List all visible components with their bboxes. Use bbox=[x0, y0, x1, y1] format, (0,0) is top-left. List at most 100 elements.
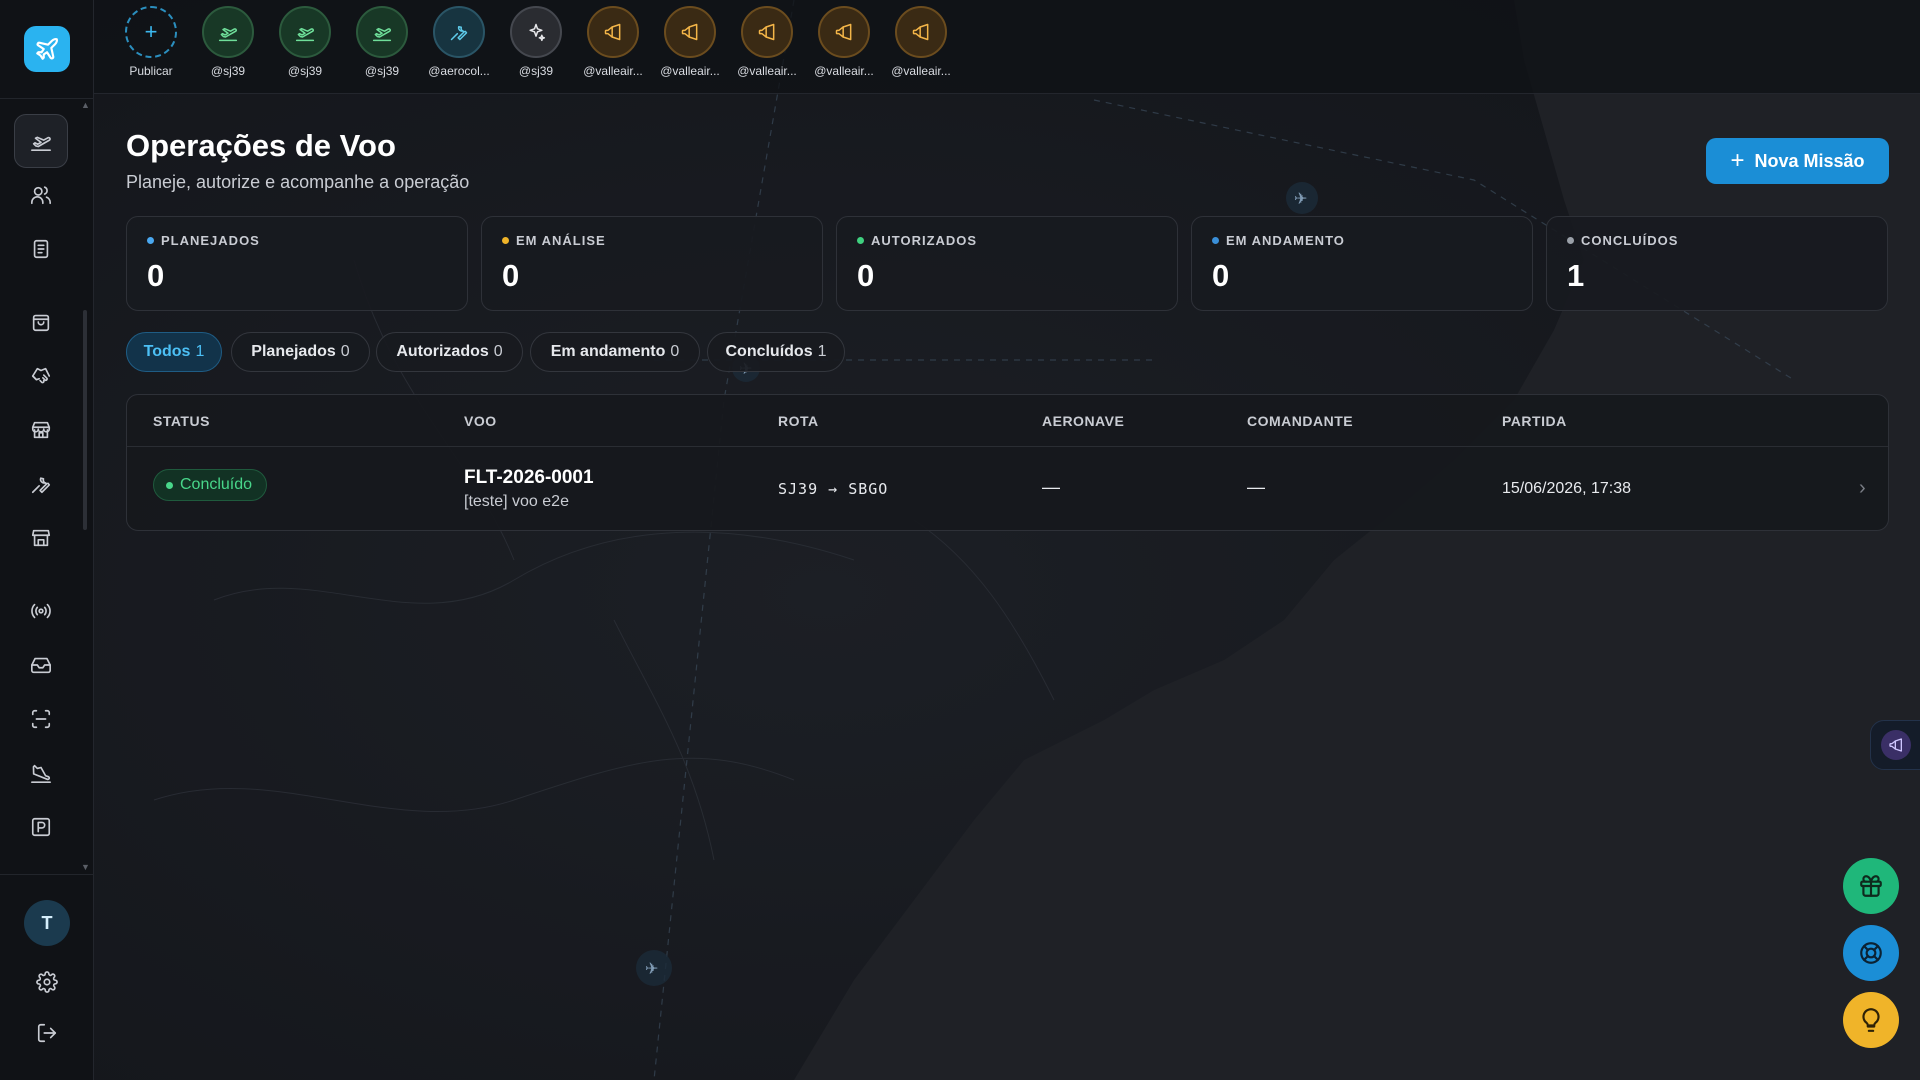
megaphone-icon bbox=[758, 23, 775, 41]
sidebar-divider bbox=[0, 874, 94, 875]
story-item[interactable]: @sj39 bbox=[191, 6, 265, 78]
column-header[interactable]: VOO bbox=[464, 413, 497, 429]
flight-description: [teste] voo e2e bbox=[464, 493, 569, 510]
flight-takeoff-icon bbox=[31, 136, 51, 151]
column-header[interactable]: PARTIDA bbox=[1502, 413, 1567, 429]
story-item[interactable]: @valleair... bbox=[653, 6, 727, 78]
stat-card-em-andamento: EM ANDAMENTO 0 bbox=[1191, 216, 1533, 311]
inbox-icon bbox=[31, 657, 51, 674]
gift-button[interactable] bbox=[1843, 858, 1899, 914]
stat-value: 0 bbox=[147, 258, 165, 293]
avatar-initial: T bbox=[41, 912, 53, 933]
flight-takeoff-icon bbox=[218, 27, 238, 42]
story-item[interactable]: @sj39 bbox=[268, 6, 342, 78]
story-item[interactable]: @sj39 bbox=[345, 6, 419, 78]
new-mission-label: Nova Missão bbox=[1754, 150, 1865, 171]
story-item[interactable]: @valleair... bbox=[730, 6, 804, 78]
story-label: Publicar bbox=[129, 64, 173, 78]
settings-button[interactable] bbox=[20, 955, 74, 1009]
stat-value: 0 bbox=[502, 258, 520, 293]
parking-icon bbox=[31, 817, 51, 837]
nav-flight-operations[interactable] bbox=[14, 114, 68, 168]
storefront-icon bbox=[31, 529, 51, 547]
ideas-button[interactable] bbox=[1843, 992, 1899, 1048]
scroll-down-arrow[interactable]: ▼ bbox=[81, 862, 90, 872]
nav-broadcast[interactable] bbox=[14, 584, 68, 638]
megaphone-icon bbox=[835, 23, 852, 41]
column-header[interactable]: AERONAVE bbox=[1042, 413, 1124, 429]
filter-autorizados[interactable]: Autorizados 0 bbox=[376, 332, 523, 372]
stories-bar: + Publicar @sj39 @sj39 @sj39 @aerocol...… bbox=[94, 0, 1920, 94]
nav-shop[interactable] bbox=[14, 295, 68, 349]
megaphone-icon bbox=[1889, 738, 1902, 752]
stat-value: 0 bbox=[1212, 258, 1230, 293]
story-item[interactable]: @sj39 bbox=[499, 6, 573, 78]
story-item[interactable]: @valleair... bbox=[576, 6, 650, 78]
sparkles-icon bbox=[529, 23, 546, 42]
status-dot bbox=[166, 481, 173, 489]
stat-label: EM ANDAMENTO bbox=[1226, 233, 1345, 248]
story-item[interactable]: @valleair... bbox=[807, 6, 881, 78]
stat-card-concluidos: CONCLUÍDOS 1 bbox=[1546, 216, 1888, 311]
logout-button[interactable] bbox=[20, 1006, 74, 1060]
column-header[interactable]: ROTA bbox=[778, 413, 819, 429]
megaphone-icon bbox=[681, 23, 698, 41]
stat-label: CONCLUÍDOS bbox=[1581, 233, 1679, 248]
flight-takeoff-icon bbox=[295, 27, 315, 42]
nav-storefront[interactable] bbox=[14, 511, 68, 565]
column-header[interactable]: STATUS bbox=[153, 413, 210, 429]
filter-em-andamento[interactable]: Em andamento 0 bbox=[530, 332, 700, 372]
filter-label: Todos bbox=[143, 343, 191, 360]
sidebar-scrollbar[interactable] bbox=[83, 310, 87, 530]
nav-parking[interactable] bbox=[14, 800, 68, 854]
plus-icon: + bbox=[1730, 147, 1745, 174]
table-row[interactable]: Concluído FLT-2026-0001 [teste] voo e2e … bbox=[127, 447, 1888, 530]
story-label: @sj39 bbox=[287, 64, 323, 78]
status-dot bbox=[147, 237, 154, 244]
story-item[interactable]: @aerocol... bbox=[422, 6, 496, 78]
svg-text:✈: ✈ bbox=[645, 959, 658, 978]
filter-concluidos[interactable]: Concluídos 1 bbox=[707, 332, 845, 372]
story-label: @valleair... bbox=[891, 64, 951, 78]
story-label: @sj39 bbox=[210, 64, 246, 78]
wrench-icon bbox=[450, 26, 468, 41]
nav-landing[interactable] bbox=[14, 746, 68, 800]
filter-todos[interactable]: Todos 1 bbox=[126, 332, 222, 372]
sidebar: ▲ ▼ T bbox=[0, 0, 94, 1080]
user-avatar[interactable]: T bbox=[24, 900, 70, 946]
nav-partners[interactable] bbox=[14, 349, 68, 403]
page-subtitle: Planeje, autorize e acompanhe a operação bbox=[126, 172, 470, 192]
aircraft-value: — bbox=[1042, 477, 1060, 497]
app-logo[interactable] bbox=[24, 26, 70, 72]
stat-label: PLANEJADOS bbox=[161, 233, 260, 248]
column-header[interactable]: COMANDANTE bbox=[1247, 413, 1353, 429]
support-button[interactable] bbox=[1843, 925, 1899, 981]
stat-value: 0 bbox=[857, 258, 875, 293]
filter-count: 1 bbox=[195, 343, 205, 360]
flights-table: STATUS VOO ROTA AERONAVE COMANDANTE PART… bbox=[126, 394, 1889, 531]
status-badge: Concluído bbox=[153, 469, 268, 501]
chevron-right-icon[interactable]: › bbox=[1859, 477, 1866, 500]
stat-card-em-analise: EM ANÁLISE 0 bbox=[481, 216, 823, 311]
story-item[interactable]: @valleair... bbox=[884, 6, 958, 78]
filter-planejados[interactable]: Planejados 0 bbox=[231, 332, 370, 372]
status-dot bbox=[1567, 237, 1574, 244]
nav-scan[interactable] bbox=[14, 692, 68, 746]
megaphone-icon bbox=[604, 23, 621, 41]
scroll-up-arrow[interactable]: ▲ bbox=[81, 100, 90, 110]
nav-users[interactable] bbox=[14, 168, 68, 222]
nav-documents[interactable] bbox=[14, 222, 68, 276]
sidebar-divider bbox=[0, 98, 94, 99]
commander-value: — bbox=[1247, 477, 1265, 497]
new-mission-button[interactable]: + Nova Missão bbox=[1706, 138, 1889, 184]
filter-label: Autorizados bbox=[396, 343, 489, 360]
nav-store[interactable] bbox=[14, 403, 68, 457]
story-label: @aerocol... bbox=[428, 64, 490, 78]
story-publish[interactable]: + Publicar bbox=[114, 6, 188, 78]
nav-inbox[interactable] bbox=[14, 638, 68, 692]
announcements-tab[interactable] bbox=[1870, 720, 1920, 770]
filter-count: 1 bbox=[817, 343, 827, 360]
nav-maintenance[interactable] bbox=[14, 457, 68, 511]
logout-icon bbox=[37, 1023, 57, 1043]
gear-icon bbox=[36, 971, 58, 993]
